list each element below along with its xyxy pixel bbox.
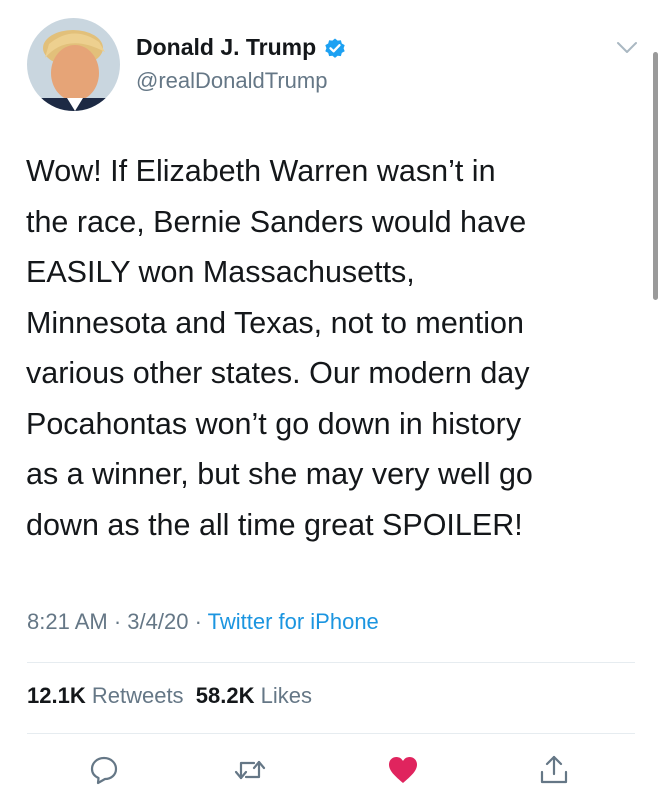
tweet-stats: 12.1K Retweets 58.2K Likes [27, 683, 312, 709]
tweet-time: 8:21 AM [27, 609, 108, 634]
tweet-line: Wow! If Elizabeth Warren wasn’t in [26, 154, 496, 188]
tweet-line: Minnesota and Texas, not to mention [26, 305, 524, 340]
share-icon[interactable] [536, 752, 572, 788]
tweet-text: Wow! If Elizabeth Warren wasn’t in the r… [26, 146, 641, 550]
verified-badge-icon [323, 36, 347, 60]
chevron-down-icon[interactable] [615, 40, 639, 56]
tweet-line: the race, Bernie Sanders would have [26, 204, 527, 239]
tweet-line: as a winner, but she may very well go [26, 457, 533, 491]
tweet-metadata: 8:21 AM · 3/4/20 · Twitter for iPhone [27, 609, 379, 635]
retweets-label: Retweets [91, 683, 184, 708]
tweet-source-link[interactable]: Twitter for iPhone [208, 609, 379, 634]
tweet-line: various other states. Our modern day [26, 356, 530, 390]
tweet-actions [0, 752, 663, 792]
meta-separator: · [107, 609, 128, 634]
likes-count: 58.2K [195, 683, 255, 708]
likes-stat[interactable]: 58.2K Likes [196, 683, 312, 708]
tweet-line: Pocahontas won’t go down in history [26, 406, 522, 441]
tweet-line: down as the all time great SPOILER! [26, 507, 523, 542]
divider [27, 733, 635, 734]
scrollbar[interactable] [653, 52, 658, 300]
tweet-line: EASILY won Massachusetts, [26, 255, 415, 289]
avatar[interactable] [27, 18, 120, 111]
heart-icon[interactable] [385, 752, 421, 788]
retweet-icon[interactable] [232, 752, 268, 788]
meta-separator: · [188, 609, 208, 634]
reply-icon[interactable] [86, 752, 122, 788]
likes-label: Likes [260, 683, 312, 708]
retweets-stat[interactable]: 12.1K Retweets [27, 683, 184, 708]
author-name-text: Donald J. Trump [136, 34, 317, 60]
retweets-count: 12.1K [27, 683, 86, 708]
divider [27, 662, 635, 663]
tweet-date: 3/4/20 [127, 609, 189, 634]
author-name[interactable]: Donald J. Trump [136, 34, 347, 61]
author-handle[interactable]: @realDonaldTrump [136, 68, 327, 94]
